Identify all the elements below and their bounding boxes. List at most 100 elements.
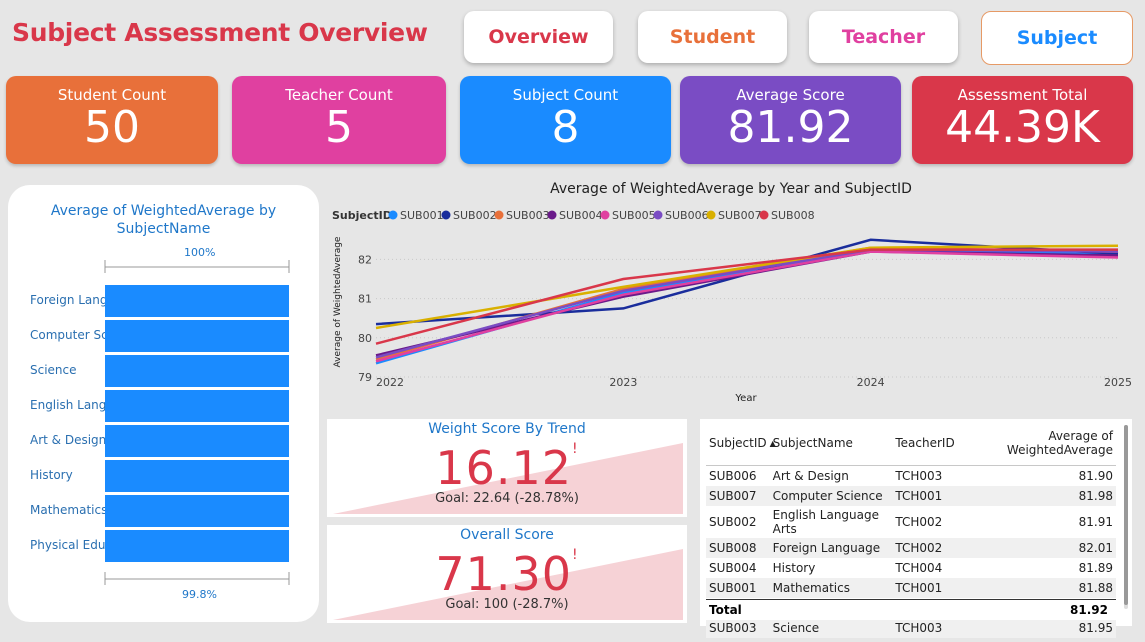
gauge-value: 16.12! (327, 441, 687, 495)
table-row[interactable]: SUB007 Computer Science TCH001 81.98 (706, 486, 1116, 506)
legend-item[interactable]: SUB003 (506, 209, 550, 222)
gauge-value: 71.30! (327, 547, 687, 601)
kpi-average-score: Average Score 81.92 (680, 76, 901, 164)
table-cell: Mathematics (769, 578, 893, 598)
bar-chart-title: Average of WeightedAverage by SubjectNam… (50, 203, 277, 237)
legend-item[interactable]: SUB008 (771, 209, 815, 222)
bar[interactable] (105, 390, 289, 422)
table-cell: TCH003 (895, 469, 943, 483)
bar-axis-top-label: 100% (184, 246, 216, 259)
kpi-value: 8 (551, 102, 580, 153)
table-row[interactable]: SUB006 Art & Design TCH003 81.90 (706, 466, 1116, 487)
table-row[interactable]: SUB001 Mathematics TCH001 81.88 (706, 578, 1116, 598)
nav-teacher-button[interactable]: Teacher (809, 11, 958, 63)
col-subjectid[interactable]: SubjectID (706, 425, 770, 466)
gauge-value-text: 16.12 (435, 441, 573, 495)
gauge-title: Weight Score By Trend (428, 421, 586, 437)
total-label: Total (709, 603, 742, 617)
table-total-row: Total 81.92 (706, 599, 1116, 620)
bar-row[interactable]: Computer Sci... (8, 320, 308, 352)
nav-student-label: Student (669, 26, 756, 48)
x-tick-label: 2022 (376, 376, 404, 389)
bar-chart-panel: Average of WeightedAverage by SubjectNam… (8, 185, 319, 622)
col-subjectname[interactable]: SubjectName ▲ (769, 425, 893, 466)
line-series (375, 238, 1119, 365)
table-cell: Science (769, 618, 893, 638)
col-average[interactable]: Average of WeightedAverage (957, 425, 1116, 466)
table-cell: TCH002 (895, 515, 943, 529)
bar[interactable] (105, 285, 289, 317)
y-tick-label: 81 (358, 293, 372, 306)
kpi-student-count: Student Count 50 (6, 76, 218, 164)
table-row[interactable]: SUB004 History TCH004 81.89 (706, 558, 1116, 578)
bar-row[interactable]: Art & Design (8, 425, 308, 457)
nav-student-button[interactable]: Student (638, 11, 787, 63)
table-cell: English Language Arts (772, 508, 880, 536)
nav-subject-label: Subject (1016, 27, 1098, 49)
nav-teacher-label: Teacher (841, 26, 926, 48)
legend-item[interactable]: SUB002 (453, 209, 497, 222)
overall-score-gauge: Overall Score 71.30! Goal: 100 (-28.7%) (327, 525, 687, 623)
table-row[interactable]: SUB002 English Language Arts TCH002 81.91 (706, 506, 1116, 538)
subject-table: SubjectID SubjectName ▲ TeacherID Average… (700, 419, 1132, 638)
y-tick-label: 79 (358, 371, 372, 384)
table-cell: TCH001 (892, 578, 958, 598)
bar[interactable] (105, 355, 289, 387)
nav-overview-label: Overview (488, 26, 589, 48)
series-line-sub006[interactable] (375, 248, 1119, 359)
table-cell: SUB003 (706, 618, 770, 638)
table-cell: SUB006 (709, 469, 757, 483)
bar-label: Science (30, 363, 77, 377)
table-cell: SUB001 (706, 578, 770, 598)
bar[interactable] (105, 495, 289, 527)
nav-subject-button[interactable]: Subject (981, 11, 1133, 65)
legend-item[interactable]: SUB007 (718, 209, 762, 222)
legend-item[interactable]: SUB001 (400, 209, 444, 222)
table-cell: SUB008 (706, 538, 770, 558)
nav-overview-button[interactable]: Overview (464, 11, 613, 63)
bar[interactable] (105, 530, 289, 562)
table-scrollbar[interactable] (1124, 425, 1128, 609)
page-title: Subject Assessment Overview (12, 18, 428, 47)
x-tick-label: 2023 (609, 376, 637, 389)
bar-axis-bottom-label: 99.8% (182, 588, 217, 601)
legend-item[interactable]: SUB006 (665, 209, 709, 222)
bar-axis-top (104, 260, 290, 273)
bar-label: Mathematics (30, 503, 105, 517)
bar-row[interactable]: English Lang... (8, 390, 308, 422)
legend-marker (600, 210, 610, 220)
legend-marker (441, 210, 451, 220)
bar-label: History (30, 468, 73, 482)
table-cell: Foreign Language (769, 538, 893, 558)
weight-score-gauge: Weight Score By Trend 16.12! Goal: 22.64… (327, 419, 687, 517)
scrollbar-thumb[interactable] (1124, 425, 1128, 605)
bar-label: Physical Educ... (30, 538, 105, 552)
bar[interactable] (105, 460, 289, 492)
table-cell: History (772, 561, 816, 575)
bar[interactable] (105, 320, 289, 352)
line-legend: SUB001 SUB002 SUB003 SUB004 SUB005 SUB006 SUB0… (388, 209, 815, 222)
bar-row[interactable]: History (8, 460, 308, 492)
kpi-value: 5 (325, 102, 353, 153)
kpi-subject-count: Subject Count 8 (460, 76, 671, 164)
bar[interactable] (105, 425, 289, 457)
table-cell: TCH001 (892, 486, 958, 506)
x-tick-label: 2025 (1104, 376, 1132, 389)
table-cell: TCH003 (892, 618, 958, 638)
table-row[interactable]: SUB003 Science TCH003 81.95 (706, 618, 1116, 638)
gauge-goal: Goal: 22.64 (-28.78%) (435, 491, 579, 506)
table-row[interactable]: SUB008 Foreign Language TCH002 82.01 (706, 538, 1116, 558)
legend-title: SubjectID (332, 209, 392, 222)
legend-item[interactable]: SUB004 (559, 209, 603, 222)
legend-marker (494, 210, 504, 220)
bar-row[interactable]: Physical Educ... (8, 530, 308, 562)
col-teacherid[interactable]: TeacherID (892, 425, 958, 466)
table-cell: SUB004 (709, 561, 757, 575)
bar-row[interactable]: Mathematics (8, 495, 308, 527)
bar-row[interactable]: Science (8, 355, 308, 387)
alert-icon: ! (572, 547, 579, 563)
y-tick-label: 82 (358, 253, 372, 266)
bar-label: Art & Design (30, 433, 105, 447)
bar-row[interactable]: Foreign Lang... (8, 285, 308, 317)
legend-item[interactable]: SUB005 (612, 209, 656, 222)
